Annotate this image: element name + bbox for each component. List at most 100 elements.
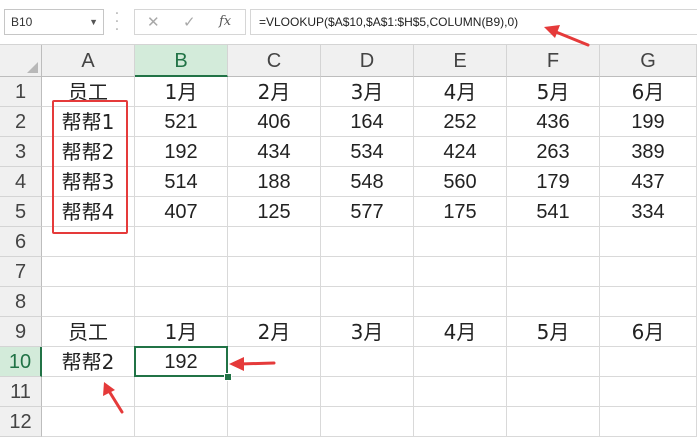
cell-g2[interactable]: 199	[600, 107, 697, 137]
cell-b11[interactable]	[135, 377, 228, 407]
cell-e5[interactable]: 175	[414, 197, 507, 227]
column-header-a[interactable]: A	[42, 45, 135, 77]
drag-handle-icon[interactable]: · · ·	[112, 7, 122, 37]
cell-e7[interactable]	[414, 257, 507, 287]
cell-f5[interactable]: 541	[507, 197, 600, 227]
cell-b9[interactable]: 1月	[135, 317, 228, 347]
cell-c7[interactable]	[228, 257, 321, 287]
cell-a6[interactable]	[42, 227, 135, 257]
cell-a7[interactable]	[42, 257, 135, 287]
cell-c2[interactable]: 406	[228, 107, 321, 137]
cell-d2[interactable]: 164	[321, 107, 414, 137]
cell-f1[interactable]: 5月	[507, 77, 600, 107]
cell-g1[interactable]: 6月	[600, 77, 697, 107]
cell-g9[interactable]: 6月	[600, 317, 697, 347]
cell-a9[interactable]: 员工	[42, 317, 135, 347]
enter-icon[interactable]: ✓	[183, 13, 196, 31]
row-header-12[interactable]: 12	[0, 407, 42, 437]
cell-g12[interactable]	[600, 407, 697, 437]
cell-f3[interactable]: 263	[507, 137, 600, 167]
cell-e12[interactable]	[414, 407, 507, 437]
cell-f12[interactable]	[507, 407, 600, 437]
fill-handle[interactable]	[224, 373, 232, 381]
cell-b10[interactable]: 192	[135, 347, 228, 377]
column-header-c[interactable]: C	[228, 45, 321, 77]
cell-d3[interactable]: 534	[321, 137, 414, 167]
row-header-1[interactable]: 1	[0, 77, 42, 107]
cell-a12[interactable]	[42, 407, 135, 437]
column-header-f[interactable]: F	[507, 45, 600, 77]
cell-d8[interactable]	[321, 287, 414, 317]
cell-g11[interactable]	[600, 377, 697, 407]
cell-f11[interactable]	[507, 377, 600, 407]
cell-f6[interactable]	[507, 227, 600, 257]
cell-f7[interactable]	[507, 257, 600, 287]
cell-f4[interactable]: 179	[507, 167, 600, 197]
cell-g6[interactable]	[600, 227, 697, 257]
cell-g5[interactable]: 334	[600, 197, 697, 227]
cell-c4[interactable]: 188	[228, 167, 321, 197]
cell-e11[interactable]	[414, 377, 507, 407]
row-header-7[interactable]: 7	[0, 257, 42, 287]
cell-c5[interactable]: 125	[228, 197, 321, 227]
cell-b5[interactable]: 407	[135, 197, 228, 227]
cell-c10[interactable]	[228, 347, 321, 377]
row-header-6[interactable]: 6	[0, 227, 42, 257]
row-header-5[interactable]: 5	[0, 197, 42, 227]
row-header-3[interactable]: 3	[0, 137, 42, 167]
cell-e9[interactable]: 4月	[414, 317, 507, 347]
cell-d7[interactable]	[321, 257, 414, 287]
row-header-11[interactable]: 11	[0, 377, 42, 407]
cell-f10[interactable]	[507, 347, 600, 377]
cell-a10[interactable]: 帮帮2	[42, 347, 135, 377]
cell-c1[interactable]: 2月	[228, 77, 321, 107]
cell-b1[interactable]: 1月	[135, 77, 228, 107]
cell-b3[interactable]: 192	[135, 137, 228, 167]
cell-d10[interactable]	[321, 347, 414, 377]
cell-d11[interactable]	[321, 377, 414, 407]
cell-f9[interactable]: 5月	[507, 317, 600, 347]
formula-input[interactable]: =VLOOKUP($A$10,$A$1:$H$5,COLUMN(B9),0)	[250, 9, 697, 35]
cell-e1[interactable]: 4月	[414, 77, 507, 107]
cell-e10[interactable]	[414, 347, 507, 377]
cell-a8[interactable]	[42, 287, 135, 317]
cell-f2[interactable]: 436	[507, 107, 600, 137]
cell-g4[interactable]: 437	[600, 167, 697, 197]
insert-function-icon[interactable]: fx	[219, 14, 231, 29]
cancel-icon[interactable]: ✕	[147, 13, 160, 31]
cell-a5[interactable]: 帮帮4	[42, 197, 135, 227]
cell-e2[interactable]: 252	[414, 107, 507, 137]
cell-e4[interactable]: 560	[414, 167, 507, 197]
column-header-g[interactable]: G	[600, 45, 697, 77]
cell-b4[interactable]: 514	[135, 167, 228, 197]
row-header-10[interactable]: 10	[0, 347, 42, 377]
cell-b2[interactable]: 521	[135, 107, 228, 137]
cell-a3[interactable]: 帮帮2	[42, 137, 135, 167]
cell-c11[interactable]	[228, 377, 321, 407]
cell-c3[interactable]: 434	[228, 137, 321, 167]
cell-d6[interactable]	[321, 227, 414, 257]
cell-d5[interactable]: 577	[321, 197, 414, 227]
cell-e8[interactable]	[414, 287, 507, 317]
cell-g10[interactable]	[600, 347, 697, 377]
select-all-corner[interactable]	[0, 45, 42, 77]
cell-b7[interactable]	[135, 257, 228, 287]
cell-c9[interactable]: 2月	[228, 317, 321, 347]
row-header-4[interactable]: 4	[0, 167, 42, 197]
cell-b12[interactable]	[135, 407, 228, 437]
cell-c6[interactable]	[228, 227, 321, 257]
row-header-2[interactable]: 2	[0, 107, 42, 137]
cell-b8[interactable]	[135, 287, 228, 317]
column-header-b[interactable]: B	[135, 45, 228, 77]
cell-g3[interactable]: 389	[600, 137, 697, 167]
cell-g7[interactable]	[600, 257, 697, 287]
cell-d4[interactable]: 548	[321, 167, 414, 197]
cell-g8[interactable]	[600, 287, 697, 317]
row-header-8[interactable]: 8	[0, 287, 42, 317]
cell-e3[interactable]: 424	[414, 137, 507, 167]
cell-f8[interactable]	[507, 287, 600, 317]
cell-a4[interactable]: 帮帮3	[42, 167, 135, 197]
cell-d9[interactable]: 3月	[321, 317, 414, 347]
cell-b6[interactable]	[135, 227, 228, 257]
cell-d12[interactable]	[321, 407, 414, 437]
